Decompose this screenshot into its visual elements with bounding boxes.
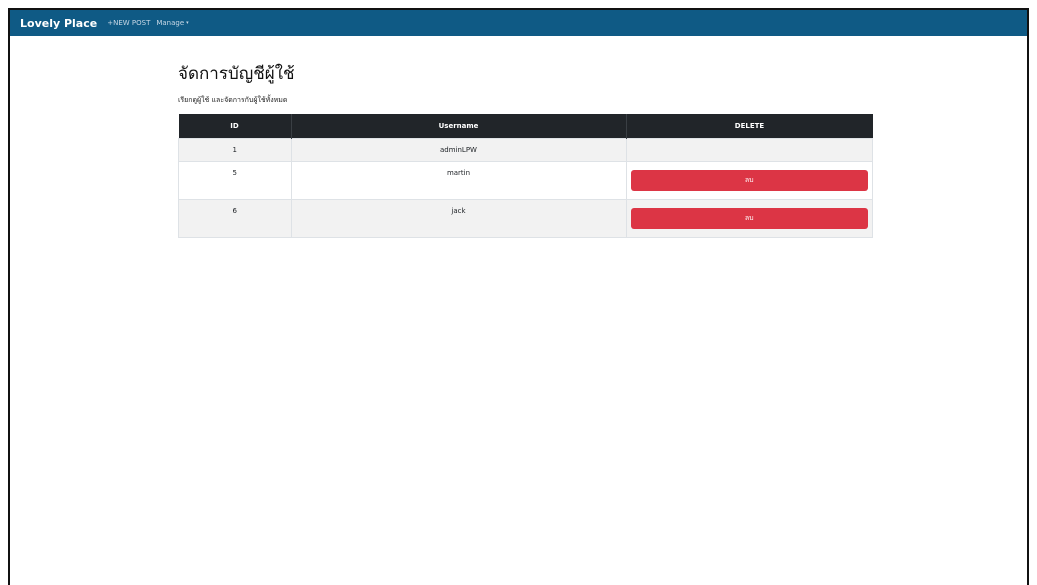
manage-dropdown[interactable]: Manage ▾	[156, 19, 188, 27]
delete-button[interactable]: ลบ	[630, 208, 868, 229]
cell-username: adminLPW	[290, 138, 627, 162]
caret-down-icon: ▾	[186, 20, 189, 26]
cell-username: jack	[290, 199, 627, 238]
cell-id: 6	[178, 199, 292, 238]
table-row: 6 jack ลบ	[178, 199, 873, 238]
manage-label: Manage	[156, 19, 185, 27]
table-header-row: ID Username DELETE	[178, 114, 873, 139]
new-post-link[interactable]: +NEW POST	[107, 19, 150, 27]
brand-link[interactable]: Lovely Place	[20, 17, 97, 30]
cell-delete-empty	[625, 138, 873, 162]
table-row: 5 martin ลบ	[178, 161, 873, 200]
top-navbar: Lovely Place +NEW POST Manage ▾	[10, 10, 1027, 36]
page-subtitle: เรียกดูผู้ใช้ และจัดการกับผู้ใช้ทั้งหมด	[178, 96, 288, 104]
header-username: Username	[291, 114, 627, 139]
cell-delete: ลบ	[625, 199, 873, 238]
cell-id: 5	[178, 161, 292, 200]
cell-delete: ลบ	[625, 161, 873, 200]
delete-button[interactable]: ลบ	[630, 170, 868, 191]
browser-viewport: Lovely Place +NEW POST Manage ▾ จัดการบัญ…	[8, 8, 1029, 585]
users-table: ID Username DELETE 1 adminLPW 5 martin ล…	[178, 114, 873, 238]
header-delete: DELETE	[626, 114, 873, 139]
page-title: จัดการบัญชีผู้ใช้	[178, 64, 295, 84]
table-row: 1 adminLPW	[178, 138, 873, 162]
cell-id: 1	[178, 138, 292, 162]
main-content: จัดการบัญชีผู้ใช้ เรียกดูผู้ใช้ และจัดกา…	[178, 60, 873, 238]
cell-username: martin	[290, 161, 627, 200]
header-id: ID	[178, 114, 292, 139]
